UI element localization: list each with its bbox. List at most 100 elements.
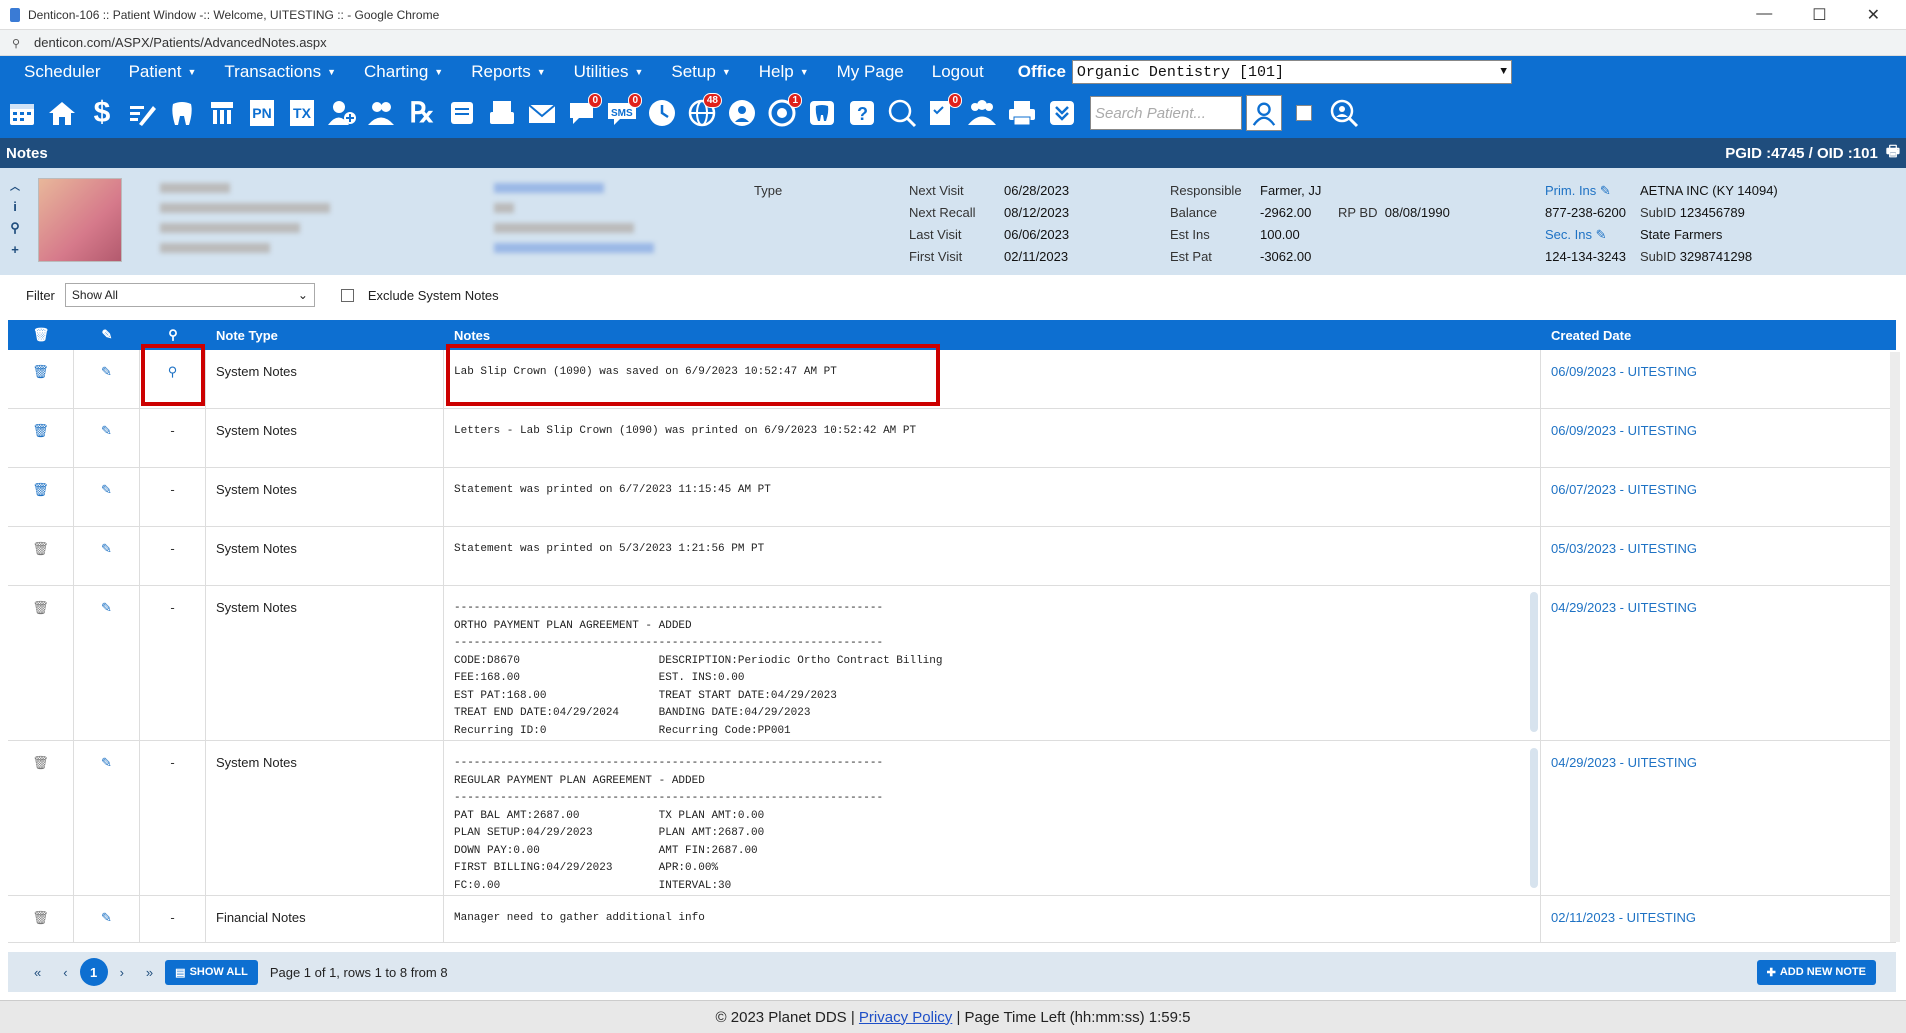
close-icon[interactable]: ✕ (1867, 5, 1880, 25)
vertical-scrollbar[interactable] (1890, 352, 1900, 942)
address-bar[interactable]: ⚲ denticon.com/ASPX/Patients/AdvancedNot… (0, 30, 1906, 56)
office-select[interactable]: Organic Dentistry [101] ▼ (1071, 60, 1512, 84)
checklist-icon[interactable]: 0 (924, 93, 962, 131)
edit-ins-icon[interactable]: ✎ (1596, 227, 1607, 242)
support-icon[interactable] (724, 95, 760, 131)
add-patient-icon[interactable] (324, 95, 360, 131)
created-date-link[interactable]: 04/29/2023 - UITESTING (1551, 600, 1697, 615)
site-info-icon[interactable]: ⚲ (12, 37, 24, 50)
group-icon[interactable] (964, 95, 1000, 131)
printer-icon[interactable] (1004, 95, 1040, 131)
created-date-link[interactable]: 02/11/2023 - UITESTING (1551, 910, 1696, 925)
web-search-icon[interactable] (884, 95, 920, 131)
next-page-icon[interactable]: › (120, 965, 124, 980)
app-logo-icon (10, 7, 20, 22)
maximize-icon[interactable]: ☐ (1812, 5, 1826, 25)
delete-icon[interactable]: 🗑 (8, 741, 74, 895)
menu-utilities[interactable]: Utilities ▼ (560, 62, 658, 82)
menu-scheduler[interactable]: Scheduler (10, 62, 115, 82)
exclude-system-notes-checkbox[interactable] (340, 288, 354, 302)
add-new-note-button[interactable]: ✚ ADD NEW NOTE (1756, 959, 1876, 985)
show-all-button[interactable]: ▤ SHOW ALL (165, 959, 258, 985)
menu-my-page[interactable]: My Page (823, 62, 918, 82)
delete-icon[interactable]: 🗑 (8, 350, 74, 408)
delete-icon[interactable]: 🗑 (8, 468, 74, 526)
edit-icon[interactable]: ✎ (74, 350, 140, 408)
pn-icon[interactable]: PN (244, 95, 280, 131)
patient-demographics-blurred (160, 178, 340, 263)
page-1-button[interactable]: 1 (79, 958, 108, 986)
sms-icon[interactable]: SMS 0 (604, 93, 642, 131)
attachment-icon[interactable]: ⚲ (10, 220, 20, 236)
edit-icon[interactable]: ✎ (74, 741, 140, 895)
chat-icon[interactable]: 0 (564, 93, 602, 131)
created-date-link[interactable]: 04/29/2023 - UITESTING (1551, 755, 1697, 770)
perio-icon[interactable] (204, 95, 240, 131)
plus-icon[interactable]: + (11, 242, 19, 257)
tooth-icon[interactable] (164, 95, 200, 131)
add-family-icon[interactable] (364, 95, 400, 131)
menu-logout[interactable]: Logout (918, 62, 998, 82)
filter-select[interactable]: Show All ⌄ (64, 283, 315, 307)
edit-icon[interactable]: ✎ (74, 896, 140, 942)
collapse-icon[interactable]: ︿ (10, 178, 20, 193)
rx-icon[interactable]: ℞ (404, 95, 440, 131)
menu-patient[interactable]: Patient ▼ (115, 62, 211, 82)
dollar-icon[interactable]: $ (84, 95, 120, 131)
calendar-icon[interactable] (4, 95, 40, 131)
help-icon[interactable]: ? (844, 95, 880, 131)
search-patient-input[interactable]: Search Patient... (1090, 96, 1242, 130)
mail-icon[interactable] (524, 95, 560, 131)
clock-icon[interactable] (644, 95, 680, 131)
tooth-chart-icon[interactable] (804, 95, 840, 131)
edit-ins-icon[interactable]: ✎ (1600, 183, 1611, 198)
svg-text:SMS: SMS (611, 108, 633, 119)
created-date-link[interactable]: 05/03/2023 - UITESTING (1551, 541, 1697, 556)
print-icon[interactable]: 🖶 (1886, 141, 1900, 166)
recall-icon[interactable]: 1 (764, 93, 802, 131)
note-scrollbar[interactable] (1530, 748, 1538, 888)
pencil-list-icon[interactable] (124, 95, 160, 131)
privacy-policy-link[interactable]: Privacy Policy (859, 1009, 952, 1026)
note-scrollbar[interactable] (1530, 592, 1538, 732)
document-icon[interactable] (444, 95, 480, 131)
advanced-search-icon[interactable] (1326, 95, 1362, 131)
prev-page-icon[interactable]: ‹ (63, 965, 67, 980)
info-icon[interactable]: i (13, 199, 17, 214)
download-icon[interactable] (1044, 95, 1080, 131)
last-page-icon[interactable]: » (146, 965, 153, 980)
first-visit: 02/11/2023 (1004, 249, 1069, 264)
created-date-link[interactable]: 06/09/2023 - UITESTING (1551, 423, 1697, 438)
delete-icon[interactable]: 🗑 (8, 527, 74, 585)
chevron-down-icon: ▼ (799, 67, 809, 77)
url-text[interactable]: denticon.com/ASPX/Patients/AdvancedNotes… (34, 35, 327, 50)
home-icon[interactable] (44, 95, 80, 131)
sec-ins-link[interactable]: Sec. Ins (1545, 227, 1592, 242)
menu-transactions[interactable]: Transactions ▼ (210, 62, 350, 82)
first-page-icon[interactable]: « (34, 965, 41, 980)
checkbox-icon[interactable] (1286, 95, 1322, 131)
edit-icon[interactable]: ✎ (74, 409, 140, 467)
menu-help[interactable]: Help ▼ (745, 62, 823, 82)
menu-charting[interactable]: Charting ▼ (350, 62, 457, 82)
print-doc-icon[interactable] (484, 95, 520, 131)
menu-reports[interactable]: Reports ▼ (457, 62, 559, 82)
col-note-type[interactable]: Note Type (206, 328, 444, 343)
prim-ins-link[interactable]: Prim. Ins (1545, 183, 1596, 198)
minimize-icon[interactable]: — (1756, 5, 1772, 25)
col-notes[interactable]: Notes (444, 328, 1541, 343)
edit-icon[interactable]: ✎ (74, 527, 140, 585)
col-created-date[interactable]: Created Date (1541, 328, 1896, 343)
delete-icon[interactable]: 🗑 (8, 409, 74, 467)
patient-search-icon[interactable] (1246, 95, 1282, 131)
created-date-link[interactable]: 06/09/2023 - UITESTING (1551, 364, 1697, 379)
globe-icon[interactable]: 48 (684, 93, 722, 131)
patient-photo[interactable] (38, 178, 122, 262)
tx-icon[interactable]: TX (284, 95, 320, 131)
delete-icon[interactable]: 🗑 (8, 586, 74, 740)
created-date-link[interactable]: 06/07/2023 - UITESTING (1551, 482, 1697, 497)
delete-icon[interactable]: 🗑 (8, 896, 74, 942)
edit-icon[interactable]: ✎ (74, 586, 140, 740)
menu-setup[interactable]: Setup ▼ (657, 62, 744, 82)
edit-icon[interactable]: ✎ (74, 468, 140, 526)
